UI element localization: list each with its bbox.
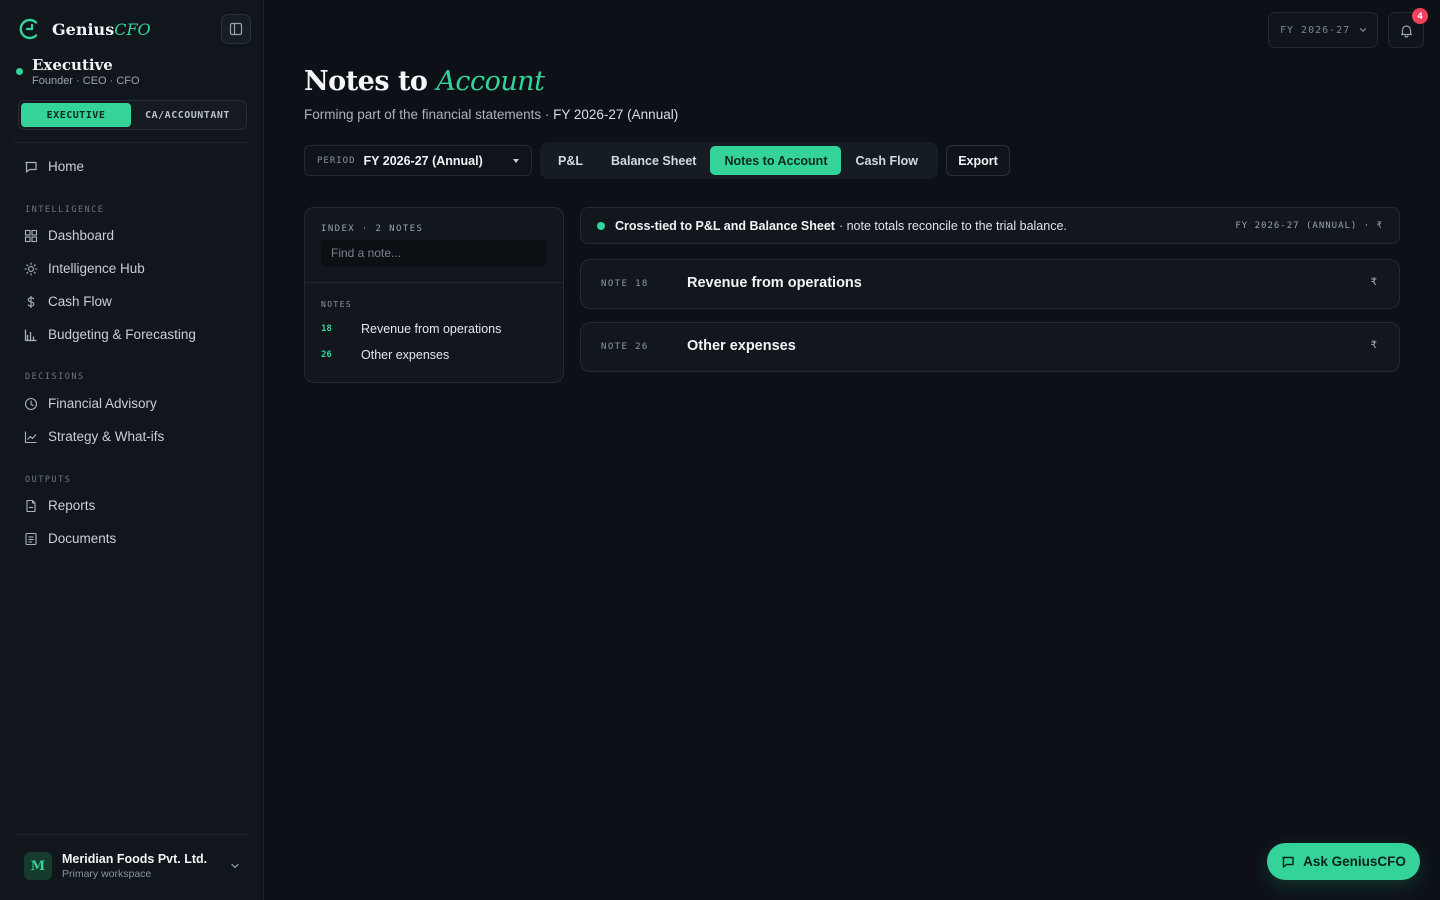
sidebar-item-strategy[interactable]: Strategy & What-ifs (24, 429, 164, 444)
ask-button-label: Ask GeniusCFO (1303, 854, 1406, 869)
note-card[interactable]: NOTE 18 Revenue from operations ₹ (580, 259, 1400, 309)
sun-icon (24, 261, 38, 276)
chat-bubble-icon (25, 161, 37, 173)
nav-section-decisions: DECISIONS (25, 372, 85, 382)
note-title: Other expenses (687, 338, 796, 354)
line-chart-icon (24, 431, 37, 443)
grid-icon (24, 229, 38, 242)
note-tag: NOTE 18 (601, 279, 649, 289)
mode-toggle: EXECUTIVE CA/ACCOUNTANT (18, 100, 247, 130)
sidebar-divider (14, 834, 249, 835)
chat-bubble-icon (1282, 856, 1294, 868)
bell-icon (1400, 24, 1412, 38)
sidebar-panel-icon (229, 22, 243, 36)
statement-tabs: P&L Balance Sheet Notes to Account Cash … (540, 142, 938, 179)
mode-executive-button[interactable]: EXECUTIVE (21, 103, 131, 127)
sidebar-item-label: Documents (48, 531, 117, 546)
tab-balance-sheet[interactable]: Balance Sheet (597, 146, 710, 175)
index-notes-label: NOTES (321, 300, 353, 309)
collapse-sidebar-button[interactable] (221, 14, 251, 44)
index-note-item[interactable]: 18 Revenue from operations (321, 322, 501, 336)
brand-name: GeniusCFO (52, 19, 151, 39)
workspace-name: Meridian Foods Pvt. Ltd. (62, 852, 208, 866)
role-subtitle: Founder · CEO · CFO (32, 75, 140, 87)
index-note-item[interactable]: 26 Other expenses (321, 348, 449, 362)
currency-symbol: ₹ (1370, 277, 1377, 288)
page-title: Notes to Account (304, 66, 545, 97)
clock-icon (24, 397, 38, 410)
index-note-number: 18 (321, 324, 332, 334)
ask-geniuscfo-button[interactable]: Ask GeniusCFO (1267, 843, 1420, 880)
chevron-down-icon (1360, 28, 1367, 33)
sidebar-item-label: Strategy & What-ifs (48, 429, 165, 444)
brand-logo[interactable]: GeniusCFO (16, 16, 151, 42)
export-button[interactable]: Export (946, 145, 1010, 176)
nav-section-outputs: OUTPUTS (25, 475, 72, 485)
period-label: PERIOD (317, 155, 356, 166)
sidebar-item-label: Financial Advisory (48, 396, 157, 411)
sidebar-divider (14, 142, 249, 143)
workspace-avatar: M (24, 852, 52, 880)
note-search-input[interactable] (321, 240, 547, 266)
sidebar-item-label: Dashboard (48, 228, 115, 243)
brand-mark-icon (19, 18, 38, 40)
notification-count-badge: 4 (1412, 8, 1428, 24)
reconciliation-meta: FY 2026-27 (ANNUAL) · ₹ (1235, 221, 1383, 231)
note-tag: NOTE 26 (601, 342, 649, 352)
sidebar-item-dashboard[interactable]: Dashboard (24, 228, 114, 243)
chevron-down-icon[interactable] (229, 860, 241, 872)
index-note-title: Revenue from operations (361, 322, 502, 336)
reconciliation-banner: Cross-tied to P&L and Balance Sheet · no… (580, 207, 1400, 244)
index-note-title: Other expenses (361, 348, 450, 362)
reconciliation-title: Cross-tied to P&L and Balance Sheet (615, 218, 835, 233)
caret-down-icon (513, 159, 519, 163)
file-icon (26, 499, 36, 512)
sidebar-item-reports[interactable]: Reports (24, 498, 95, 513)
sidebar-item-label: Home (48, 159, 85, 174)
nav-section-intelligence: INTELLIGENCE (25, 205, 105, 215)
sidebar-item-label: Intelligence Hub (48, 261, 145, 276)
sidebar-item-label: Reports (48, 498, 96, 513)
tab-pnl[interactable]: P&L (544, 146, 597, 175)
sidebar-item-documents[interactable]: Documents (24, 531, 116, 546)
tab-notes-to-account[interactable]: Notes to Account (710, 146, 842, 175)
sidebar-item-intelligence-hub[interactable]: Intelligence Hub (24, 261, 145, 276)
page-subtitle: Forming part of the financial statements… (304, 107, 679, 122)
sidebar-item-home[interactable]: Home (24, 159, 84, 174)
sidebar-item-cash-flow[interactable]: Cash Flow (24, 294, 112, 309)
index-divider (305, 282, 563, 283)
status-dot (597, 221, 605, 230)
tab-cash-flow[interactable]: Cash Flow (841, 146, 932, 175)
dollar-icon (27, 295, 35, 308)
document-icon (25, 532, 37, 545)
note-title: Revenue from operations (687, 275, 862, 291)
notes-index-panel: INDEX · 2 NOTES NOTES 18 Revenue from op… (304, 207, 564, 383)
period-value: FY 2026-27 (Annual) (363, 153, 483, 168)
workspace-subtitle: Primary workspace (62, 868, 152, 880)
reconciliation-text: · note totals reconcile to the trial bal… (838, 218, 1067, 233)
sidebar-item-label: Budgeting & Forecasting (48, 327, 196, 342)
index-note-number: 26 (321, 350, 332, 360)
bar-chart-icon (24, 329, 37, 341)
workspace-switcher[interactable]: M Meridian Foods Pvt. Ltd. Primary works… (24, 852, 207, 880)
period-select[interactable]: PERIOD FY 2026-27 (Annual) (304, 145, 532, 176)
sidebar-item-label: Cash Flow (48, 294, 112, 309)
fy-value: FY 2026-27 (1280, 24, 1351, 36)
role-title: Executive (32, 56, 113, 74)
sidebar-item-budgeting[interactable]: Budgeting & Forecasting (24, 327, 196, 342)
note-card[interactable]: NOTE 26 Other expenses ₹ (580, 322, 1400, 372)
sidebar-item-financial-advisory[interactable]: Financial Advisory (24, 396, 157, 411)
sidebar: GeniusCFO Executive Founder · CEO · CFO … (0, 0, 264, 900)
currency-symbol: ₹ (1370, 340, 1377, 351)
fy-selector[interactable]: FY 2026-27 (1268, 12, 1378, 48)
role-status-dot (16, 68, 23, 75)
mode-accountant-button[interactable]: CA/ACCOUNTANT (131, 103, 244, 127)
index-heading: INDEX · 2 NOTES (321, 224, 424, 234)
